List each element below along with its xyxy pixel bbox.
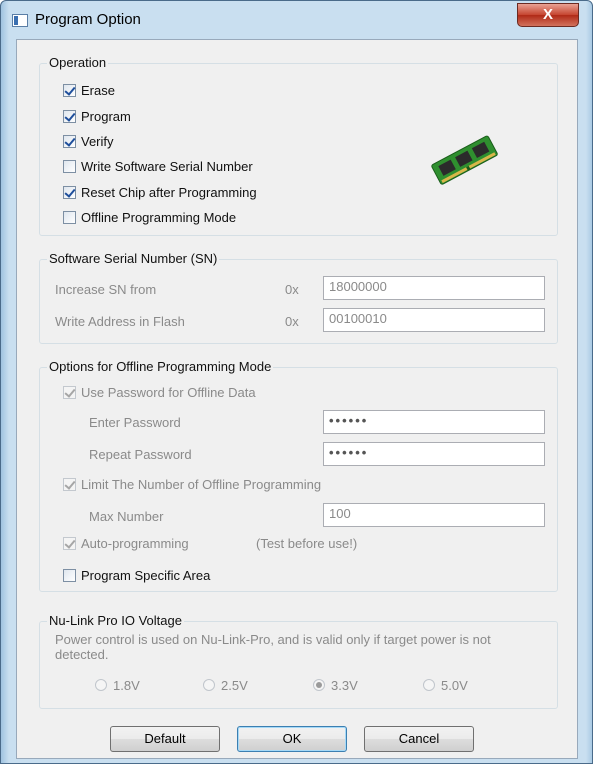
cancel-button[interactable]: Cancel bbox=[364, 726, 474, 752]
auto-programming-checkbox[interactable]: Auto-programming bbox=[63, 534, 189, 552]
reset-chip-label: Reset Chip after Programming bbox=[81, 184, 257, 200]
radio-1v8-dot[interactable] bbox=[95, 679, 107, 691]
max-number-input[interactable]: 100 bbox=[323, 503, 545, 527]
checkbox-use-password-box[interactable] bbox=[63, 385, 76, 399]
verify-label: Verify bbox=[81, 133, 114, 149]
write-serial-checkbox[interactable]: Write Software Serial Number bbox=[63, 157, 253, 175]
voltage-note: Power control is used on Nu-Link-Pro, an… bbox=[55, 632, 491, 662]
radio-5v0-label: 5.0V bbox=[441, 677, 468, 693]
checkbox-program-box[interactable] bbox=[63, 109, 76, 123]
radio-2v5-dot[interactable] bbox=[203, 679, 215, 691]
window-title: Program Option bbox=[35, 11, 141, 28]
auto-programming-note: (Test before use!) bbox=[256, 536, 358, 551]
offline-legend: Options for Offline Programming Mode bbox=[47, 359, 274, 374]
title-bar[interactable]: Program Option X bbox=[1, 1, 592, 39]
serial-legend: Software Serial Number (SN) bbox=[47, 251, 220, 266]
offline-mode-checkbox[interactable]: Offline Programming Mode bbox=[63, 208, 236, 226]
program-checkbox[interactable]: Program bbox=[63, 107, 131, 125]
checkbox-write-serial-box[interactable] bbox=[63, 159, 76, 173]
limit-number-label: Limit The Number of Offline Programming bbox=[81, 476, 322, 492]
write-address-input[interactable]: 00100010 bbox=[323, 308, 545, 332]
reset-chip-checkbox[interactable]: Reset Chip after Programming bbox=[63, 183, 257, 201]
radio-3v3[interactable]: 3.3V bbox=[313, 676, 358, 694]
program-label: Program bbox=[81, 108, 131, 124]
specific-area-checkbox[interactable]: Program Specific Area bbox=[63, 566, 210, 584]
checkbox-offline-mode-box[interactable] bbox=[63, 210, 76, 224]
checkbox-specific-area-box[interactable] bbox=[63, 568, 76, 582]
dialog-client-area: Operation Erase Program Verify Write Sof… bbox=[16, 39, 578, 759]
write-address-prefix: 0x bbox=[285, 314, 299, 329]
radio-5v0[interactable]: 5.0V bbox=[423, 676, 468, 694]
auto-programming-label: Auto-programming bbox=[81, 535, 189, 551]
enter-password-input[interactable]: •••••• bbox=[323, 410, 545, 434]
radio-5v0-dot[interactable] bbox=[423, 679, 435, 691]
repeat-password-label: Repeat Password bbox=[89, 447, 192, 462]
write-serial-label: Write Software Serial Number bbox=[81, 158, 253, 174]
radio-1v8[interactable]: 1.8V bbox=[95, 676, 140, 694]
checkbox-verify-box[interactable] bbox=[63, 134, 76, 148]
operation-legend: Operation bbox=[47, 55, 109, 70]
erase-checkbox[interactable]: Erase bbox=[63, 81, 115, 99]
radio-1v8-label: 1.8V bbox=[113, 677, 140, 693]
checkbox-auto-programming-box[interactable] bbox=[63, 536, 76, 550]
limit-number-checkbox[interactable]: Limit The Number of Offline Programming bbox=[63, 475, 321, 493]
increase-sn-label: Increase SN from bbox=[55, 282, 157, 297]
program-option-window: Program Option X Operation Erase Program… bbox=[0, 0, 593, 764]
default-button[interactable]: Default bbox=[110, 726, 220, 752]
specific-area-label: Program Specific Area bbox=[81, 567, 211, 583]
close-button[interactable]: X bbox=[517, 3, 579, 27]
window-app-icon bbox=[12, 14, 28, 27]
radio-2v5[interactable]: 2.5V bbox=[203, 676, 248, 694]
use-password-checkbox[interactable]: Use Password for Offline Data bbox=[63, 383, 256, 401]
use-password-label: Use Password for Offline Data bbox=[81, 384, 256, 400]
checkbox-reset-chip-box[interactable] bbox=[63, 185, 76, 199]
radio-2v5-label: 2.5V bbox=[221, 677, 248, 693]
offline-mode-label: Offline Programming Mode bbox=[81, 209, 237, 225]
verify-checkbox[interactable]: Verify bbox=[63, 132, 114, 150]
checkbox-limit-number-box[interactable] bbox=[63, 477, 76, 491]
ok-button[interactable]: OK bbox=[237, 726, 347, 752]
voltage-legend: Nu-Link Pro IO Voltage bbox=[47, 613, 184, 628]
max-number-label: Max Number bbox=[89, 509, 164, 524]
checkbox-erase-box[interactable] bbox=[63, 83, 76, 97]
erase-label: Erase bbox=[81, 82, 115, 98]
repeat-password-input[interactable]: •••••• bbox=[323, 442, 545, 466]
write-address-label: Write Address in Flash bbox=[55, 314, 185, 329]
increase-sn-input[interactable]: 18000000 bbox=[323, 276, 545, 300]
memory-module-icon bbox=[431, 135, 498, 185]
radio-3v3-label: 3.3V bbox=[331, 677, 358, 693]
enter-password-label: Enter Password bbox=[89, 415, 181, 430]
radio-3v3-dot[interactable] bbox=[313, 679, 325, 691]
increase-sn-prefix: 0x bbox=[285, 282, 299, 297]
